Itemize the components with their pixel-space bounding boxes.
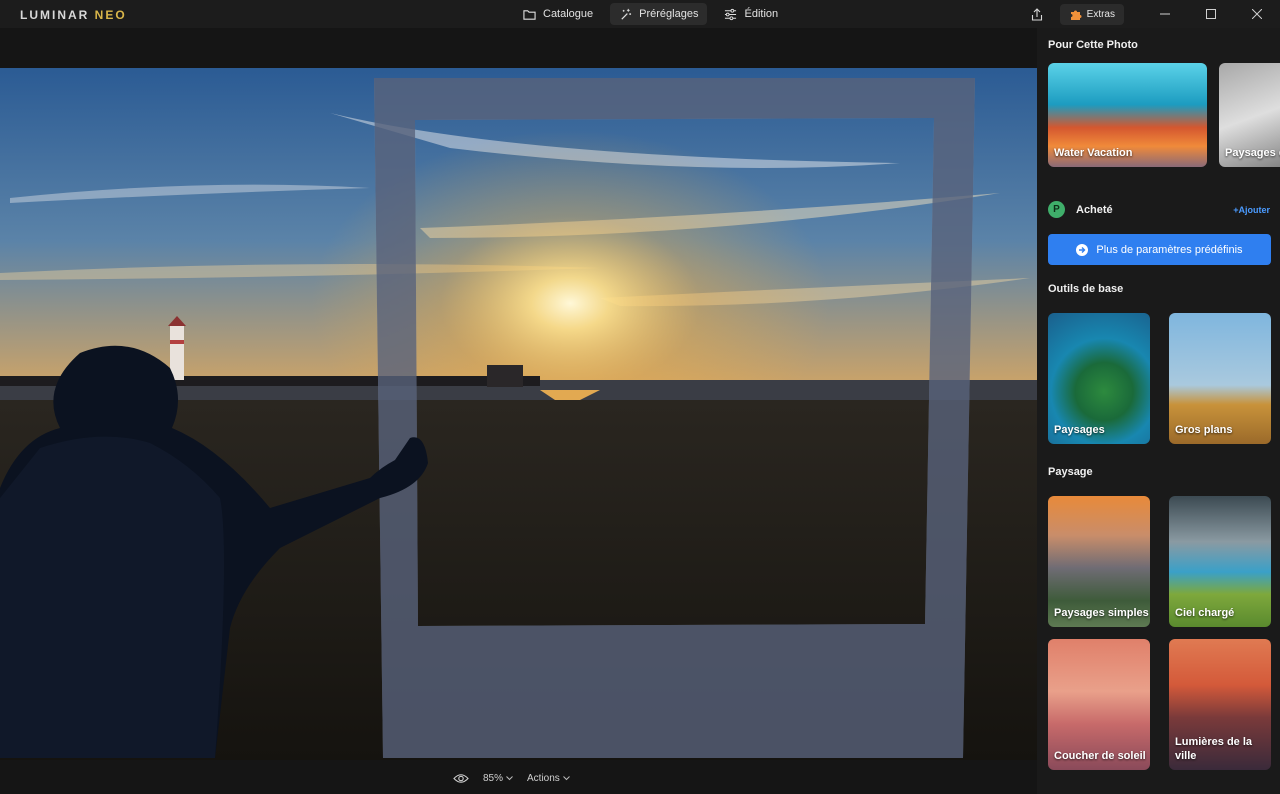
app-logo: LUMINAR NEO xyxy=(20,8,127,22)
close-button[interactable] xyxy=(1234,0,1280,28)
minimize-icon xyxy=(1160,13,1170,15)
sunset-beach-photo xyxy=(0,68,1037,760)
landscape-title: Paysage xyxy=(1048,466,1093,478)
zoom-select[interactable]: 85% xyxy=(483,773,513,784)
preset-card-lumieres-de-la-ville[interactable]: Lumières de la ville xyxy=(1169,639,1271,770)
preset-card-paysages-simples[interactable]: Paysages simples xyxy=(1048,496,1150,627)
preset-card-paysages[interactable]: Paysages xyxy=(1048,313,1150,444)
puzzle-icon xyxy=(1070,10,1082,20)
preview-toggle[interactable] xyxy=(453,773,469,784)
extras-label: Extras xyxy=(1086,8,1115,20)
main-nav: Catalogue Préréglages Édition xyxy=(514,3,787,25)
share-icon xyxy=(1031,7,1042,21)
maximize-icon xyxy=(1206,9,1216,19)
magic-wand-icon xyxy=(621,8,632,20)
bottom-bar: 85% Actions xyxy=(0,761,1037,794)
preset-card-ciel-charge[interactable]: Ciel chargé xyxy=(1169,496,1271,627)
tab-presets[interactable]: Préréglages xyxy=(610,3,708,25)
preset-card-paysages-partial[interactable]: Paysages d xyxy=(1219,63,1280,167)
titlebar-actions: Extras xyxy=(1026,0,1280,28)
eye-icon xyxy=(453,773,469,783)
purchased-row: P Acheté +Ajouter xyxy=(1048,200,1270,220)
preset-card-label: Gros plans xyxy=(1175,424,1233,436)
for-photo-title: Pour Cette Photo xyxy=(1048,39,1138,51)
preset-card-label: Paysages simples xyxy=(1054,607,1149,619)
preset-card-label: Paysages xyxy=(1054,424,1105,436)
tab-edit-label: Édition xyxy=(744,8,779,20)
more-presets-button[interactable]: Plus de paramètres prédéfinis xyxy=(1048,234,1271,265)
tab-presets-label: Préréglages xyxy=(639,8,699,20)
chevron-down-icon xyxy=(562,775,570,780)
close-icon xyxy=(1252,9,1262,19)
preset-card-label: Lumières de la ville xyxy=(1175,736,1253,762)
preset-card-label: Water Vacation xyxy=(1054,147,1133,159)
tab-catalogue-label: Catalogue xyxy=(543,8,594,20)
more-presets-label: Plus de paramètres prédéfinis xyxy=(1096,243,1243,256)
luminar-neo-window: LUMINAR NEO Catalogue Préréglages Éditio… xyxy=(0,0,1280,794)
preset-card-gros-plans[interactable]: Gros plans xyxy=(1169,313,1271,444)
minimize-button[interactable] xyxy=(1142,0,1188,28)
preset-card-label: Paysages d xyxy=(1225,147,1280,159)
maximize-button[interactable] xyxy=(1188,0,1234,28)
sliders-icon xyxy=(725,8,737,20)
view-controls: 85% Actions xyxy=(453,767,570,789)
actions-menu[interactable]: Actions xyxy=(527,773,570,784)
add-link[interactable]: +Ajouter xyxy=(1233,205,1270,215)
preset-card-label: Ciel chargé xyxy=(1175,607,1235,619)
extras-button[interactable]: Extras xyxy=(1059,3,1124,25)
basic-tools-title: Outils de base xyxy=(1048,283,1124,295)
folder-icon xyxy=(523,9,536,20)
photo-canvas[interactable] xyxy=(0,28,1037,761)
arrow-right-icon xyxy=(1076,243,1089,256)
chevron-down-icon xyxy=(506,775,513,780)
share-button[interactable] xyxy=(1026,3,1048,25)
zoom-value: 85% xyxy=(483,772,504,784)
title-bar: LUMINAR NEO Catalogue Préréglages Éditio… xyxy=(0,0,1280,28)
preset-card-water-vacation[interactable]: Water Vacation xyxy=(1048,63,1207,167)
preset-card-coucher-de-soleil[interactable]: Coucher de soleil xyxy=(1048,639,1150,770)
tab-catalogue[interactable]: Catalogue xyxy=(514,3,602,25)
tab-edit[interactable]: Édition xyxy=(715,3,787,25)
actions-label: Actions xyxy=(527,772,560,784)
presets-store-icon: P xyxy=(1048,201,1065,218)
preset-card-label: Coucher de soleil xyxy=(1054,750,1146,762)
presets-panel: Pour Cette Photo Water Vacation Paysages… xyxy=(1037,28,1280,794)
purchased-label: Acheté xyxy=(1076,204,1113,216)
main-photo[interactable] xyxy=(0,68,1037,760)
